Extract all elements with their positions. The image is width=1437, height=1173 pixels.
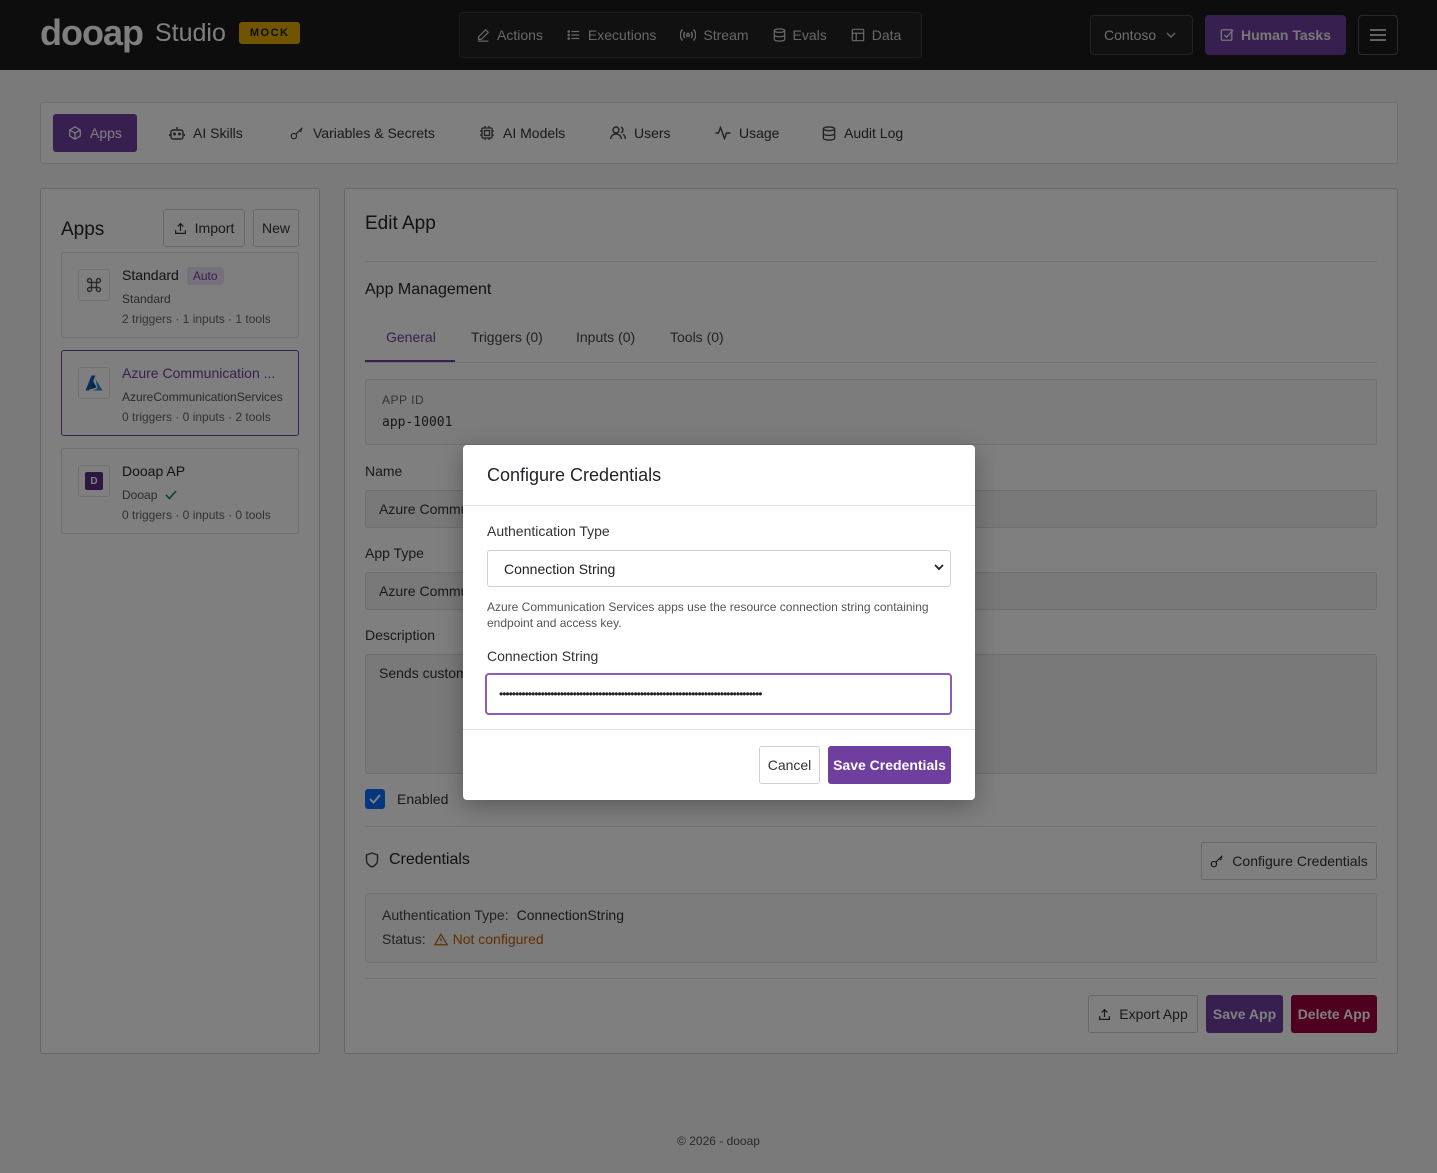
modal-footer-divider [463, 729, 975, 730]
cancel-button[interactable]: Cancel [759, 746, 820, 784]
auth-type-label: Authentication Type [487, 523, 610, 539]
chevron-down-icon [934, 564, 944, 571]
modal-header-divider [463, 505, 975, 506]
modal-title: Configure Credentials [487, 465, 662, 485]
save-credentials-button[interactable]: Save Credentials [828, 746, 951, 784]
auth-help-text: Azure Communication Services apps use th… [487, 600, 929, 630]
auth-type-select[interactable]: Connection String [487, 550, 951, 587]
connection-string-input[interactable]: ••••••••••••••••••••••••••••••••••••••••… [485, 673, 952, 715]
configure-credentials-modal: Configure Credentials Authentication Typ… [463, 445, 975, 800]
connection-string-label: Connection String [487, 648, 599, 664]
auth-type-selected: Connection String [504, 560, 616, 577]
